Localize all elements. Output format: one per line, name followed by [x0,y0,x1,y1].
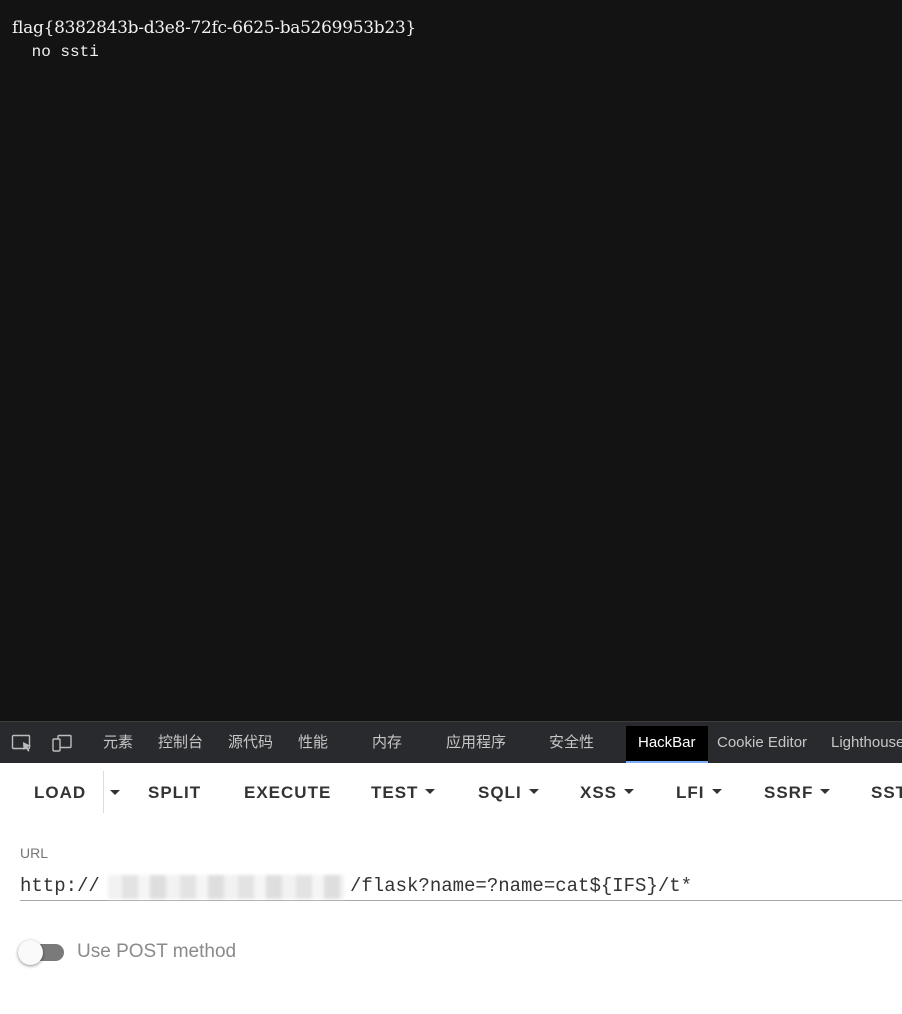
tab-elements[interactable]: 元素 [103,722,133,763]
toggle-knob [18,940,43,965]
load-button[interactable]: LOAD [34,783,86,803]
tab-hackbar[interactable]: HackBar [626,726,708,763]
hackbar-panel: LOAD SPLIT EXECUTE TEST SQLI XSS LFI SSR… [0,763,902,1014]
load-divider [103,771,104,813]
post-method-toggle[interactable] [18,940,64,965]
sqli-menu-label: SQLI [478,783,522,802]
url-input[interactable]: http:// /flask?name=?name=cat${IFS}/t* [20,871,902,901]
devtools-tab-bar: 元素 控制台 源代码 性能 内存 应用程序 安全性 HackBar Cookie… [0,721,902,763]
split-button[interactable]: SPLIT [148,783,201,803]
xss-menu-label: XSS [580,783,618,802]
ssti-menu-button[interactable]: SST [871,783,902,803]
inspect-element-icon[interactable] [11,734,33,752]
test-menu-label: TEST [371,783,419,802]
ssrf-menu-label: SSRF [764,783,814,802]
tab-lighthouse[interactable]: Lighthouse [831,722,902,763]
hackbar-toolbar: LOAD SPLIT EXECUTE TEST SQLI XSS LFI SSR… [0,763,902,821]
tab-security[interactable]: 安全性 [549,722,594,763]
lfi-menu-button[interactable]: LFI [676,783,722,803]
flag-text: flag{8382843b-d3e8-72fc-6625-ba5269953b2… [12,18,416,38]
tab-cookie-editor[interactable]: Cookie Editor [717,722,807,763]
post-method-label: Use POST method [77,941,237,962]
url-label: URL [20,845,49,861]
lfi-menu-label: LFI [676,783,705,802]
tab-console[interactable]: 控制台 [158,722,203,763]
chevron-down-icon [624,789,635,795]
sqli-menu-button[interactable]: SQLI [478,783,539,803]
load-menu-caret-icon[interactable] [110,790,120,795]
tab-application[interactable]: 应用程序 [446,722,506,763]
redacted-host-block [108,875,344,899]
chevron-down-icon [711,789,722,795]
page-viewport: flag{8382843b-d3e8-72fc-6625-ba5269953b2… [0,0,902,721]
tab-performance[interactable]: 性能 [298,722,328,763]
chevron-down-icon [425,789,436,795]
test-menu-button[interactable]: TEST [371,783,436,803]
xss-menu-button[interactable]: XSS [580,783,635,803]
execute-button[interactable]: EXECUTE [244,783,331,803]
ssrf-menu-button[interactable]: SSRF [764,783,831,803]
url-path-text: /flask?name=?name=cat${IFS}/t* [350,875,693,897]
message-text: no ssti [22,43,99,61]
tab-memory[interactable]: 内存 [372,722,402,763]
url-prefix-text: http:// [20,875,100,897]
chevron-down-icon [820,789,831,795]
device-toolbar-icon[interactable] [51,734,73,752]
chevron-down-icon [528,789,539,795]
tab-sources[interactable]: 源代码 [228,722,273,763]
